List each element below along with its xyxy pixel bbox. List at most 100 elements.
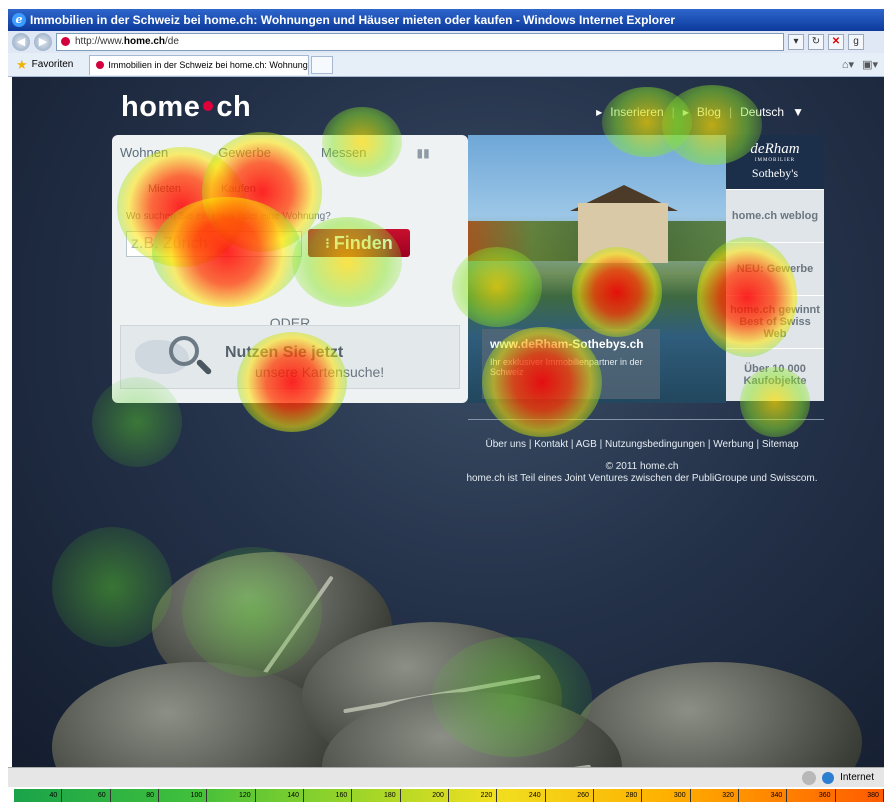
stop-button[interactable]: ✕: [828, 34, 844, 50]
forward-button[interactable]: ▶: [34, 33, 52, 51]
search-question: Wo suchen Sie ein Haus oder eine Wohnung…: [126, 211, 331, 222]
scale-label: 340: [739, 789, 788, 802]
footer-copyright: © 2011 home.ch home.ch ist Teil eines Jo…: [452, 461, 832, 485]
footer-link-agb[interactable]: AGB: [576, 439, 597, 450]
search-panel: Wohnen Gewerbe Messen ▮▮ Mieten Kaufen W…: [112, 135, 468, 403]
site-favicon-icon: [61, 37, 70, 46]
scale-label: 60: [62, 789, 111, 802]
new-tab-button[interactable]: [311, 55, 334, 74]
address-input[interactable]: http://www.home.ch/de: [56, 33, 784, 51]
magnifier-icon: [169, 336, 199, 366]
feeds-icon[interactable]: ▣▾: [862, 58, 878, 71]
nav-separator: |: [671, 105, 675, 119]
brand-sub: IMMOBILIER: [754, 158, 796, 163]
nav-separator: |: [728, 105, 733, 119]
magnifier-handle: [195, 358, 213, 376]
side-item-award[interactable]: home.ch gewinnt Best of Swiss Web: [726, 295, 824, 348]
url-path: /de: [165, 36, 179, 47]
ie-logo-icon: e: [12, 13, 26, 27]
footer-divider: [468, 419, 824, 420]
back-button[interactable]: ◀: [12, 33, 30, 51]
command-bar: ⌂▾ ▣▾: [842, 58, 884, 71]
footer-link-sitemap[interactable]: Sitemap: [762, 439, 799, 450]
map-search-line2: unsere Kartensuche!: [255, 364, 385, 380]
search-subtabs: Mieten Kaufen: [148, 183, 256, 195]
language-select[interactable]: Deutsch: [740, 105, 784, 119]
scale-label: 140: [256, 789, 304, 802]
tab-title: Immobilien in der Schweiz bei home.ch: W…: [108, 60, 308, 70]
nav-insert-link[interactable]: Inserieren: [610, 105, 663, 119]
arrow-right-icon: ▶: [682, 107, 689, 117]
scale-label: 280: [594, 789, 643, 802]
logo-left: home: [121, 91, 201, 123]
scale-label: 380: [836, 789, 884, 802]
footer-link-ads[interactable]: Werbung: [713, 439, 753, 450]
security-icon[interactable]: [802, 770, 817, 785]
status-bar: Internet: [8, 767, 884, 787]
url-prefix: http://www.: [75, 36, 124, 47]
heat-scale: 40 60 80 100 120 140 160 180 200 220 240 260 280 300 3…: [14, 789, 884, 802]
arrow-right-icon: ▶: [596, 107, 603, 117]
side-item-kaufobjekte[interactable]: Über 10 000 Kaufobjekte: [726, 348, 824, 401]
scale-label: 80: [111, 789, 159, 802]
globe-icon: [822, 771, 835, 784]
scale-label: 160: [304, 789, 353, 802]
logo-dot-icon: [203, 101, 214, 112]
favorites-button[interactable]: ★ Favoriten: [8, 57, 81, 73]
scale-label: 220: [449, 789, 498, 802]
footer-link-terms[interactable]: Nutzungsbedingungen: [605, 439, 705, 450]
promo-caption[interactable]: www.deRham-Sothebys.ch Ihr exklusiver Im…: [482, 329, 660, 399]
star-icon: ★: [16, 56, 28, 72]
side-item-gewerbe[interactable]: NEU: Gewerbe: [726, 242, 824, 295]
scale-label: 120: [207, 789, 256, 802]
window-titlebar: e Immobilien in der Schweiz bei home.ch:…: [8, 9, 884, 31]
nav-blog-link[interactable]: Blog: [697, 105, 721, 119]
subtab-kaufen[interactable]: Kaufen: [221, 183, 256, 195]
web-page: home ch ▶ Inserieren | ▶ Blog | Deutsch ▼…: [12, 77, 884, 767]
scale-label: 40: [14, 789, 63, 802]
window-title: Immobilien in der Schweiz bei home.ch: W…: [30, 13, 676, 27]
map-search-link[interactable]: Nutzen Sie jetzt unsere Kartensuche!: [120, 325, 460, 389]
promo-text: Ihr exklusiver Immobilienpartner in der …: [490, 357, 643, 377]
site-logo[interactable]: home ch: [121, 91, 251, 124]
find-button[interactable]: ⁝ Finden: [308, 229, 410, 257]
house-image: [578, 203, 668, 263]
zone-label: Internet: [840, 772, 874, 783]
top-nav: ▶ Inserieren | ▶ Blog | Deutsch ▼: [596, 105, 804, 119]
subtab-mieten[interactable]: Mieten: [148, 183, 181, 195]
side-column: deRham IMMOBILIER Sotheby's home.ch webl…: [726, 135, 824, 403]
joint-venture-text: home.ch ist Teil eines Joint Ventures zw…: [466, 473, 818, 484]
dropdown-arrow-icon[interactable]: ▾: [788, 34, 804, 50]
footer-link-contact[interactable]: Kontakt: [534, 439, 568, 450]
search-provider-icon[interactable]: g: [848, 34, 864, 50]
favorites-label: Favoriten: [31, 59, 74, 70]
tab-wohnen[interactable]: Wohnen: [120, 145, 168, 160]
promo-photo[interactable]: www.deRham-Sothebys.ch Ihr exklusiver Im…: [468, 135, 726, 403]
refresh-button[interactable]: ↻: [808, 34, 824, 50]
footer-link-about[interactable]: Über uns: [485, 439, 526, 450]
map-search-line1: Nutzen Sie jetzt: [225, 344, 344, 361]
tab-favicon-icon: [96, 61, 105, 69]
copyright-text: © 2011 home.ch: [605, 461, 679, 472]
tab-messen[interactable]: Messen: [321, 145, 367, 160]
brand-top: deRham: [750, 141, 800, 157]
side-item-weblog[interactable]: home.ch weblog: [726, 189, 824, 242]
search-input[interactable]: z.B. Zürich: [126, 231, 302, 257]
sothebys-logo[interactable]: deRham IMMOBILIER Sotheby's: [726, 135, 824, 189]
bar-chart-icon[interactable]: ▮▮: [416, 146, 429, 160]
scale-label: 240: [497, 789, 546, 802]
scale-label: 100: [159, 789, 208, 802]
home-icon[interactable]: ⌂▾: [842, 58, 854, 71]
footer-links: Über uns | Kontakt | AGB | Nutzungsbedin…: [485, 439, 799, 450]
promo-title: www.deRham-Sothebys.ch: [490, 337, 644, 351]
address-bar-row: ◀ ▶ http://www.home.ch/de ▾ ↻ ✕ g: [8, 31, 884, 53]
chevron-down-icon[interactable]: ▼: [792, 105, 804, 119]
tab-gewerbe[interactable]: Gewerbe: [218, 145, 271, 160]
logo-right: ch: [216, 91, 252, 123]
browser-tab[interactable]: Immobilien in der Schweiz bei home.ch: W…: [89, 54, 310, 75]
scale-label: 200: [401, 789, 449, 802]
scale-label: 300: [642, 789, 691, 802]
tab-row: ★ Favoriten Immobilien in der Schweiz be…: [8, 53, 884, 77]
url-domain: home.ch: [123, 36, 166, 47]
scale-label: 360: [787, 789, 836, 802]
